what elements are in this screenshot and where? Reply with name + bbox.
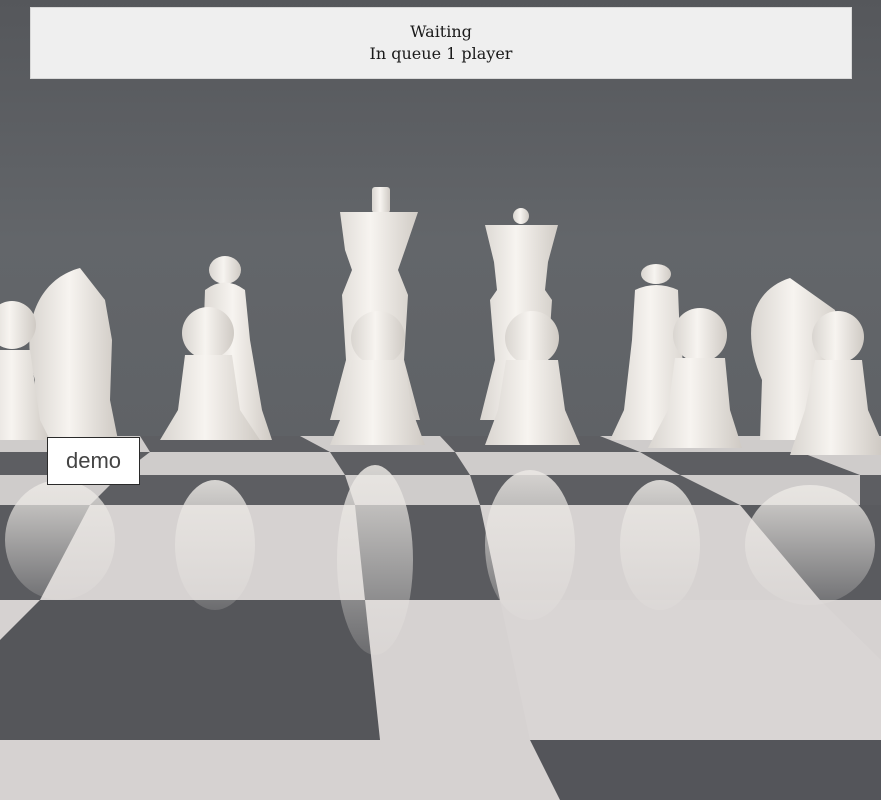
chess-background-image xyxy=(0,0,881,800)
demo-button[interactable]: demo xyxy=(47,437,140,485)
queue-count-text: In queue 1 player xyxy=(369,44,513,63)
chess-scene: Waiting In queue 1 player demo xyxy=(0,0,881,800)
status-label: Waiting xyxy=(410,22,472,41)
queue-status-panel: Waiting In queue 1 player xyxy=(30,7,852,79)
